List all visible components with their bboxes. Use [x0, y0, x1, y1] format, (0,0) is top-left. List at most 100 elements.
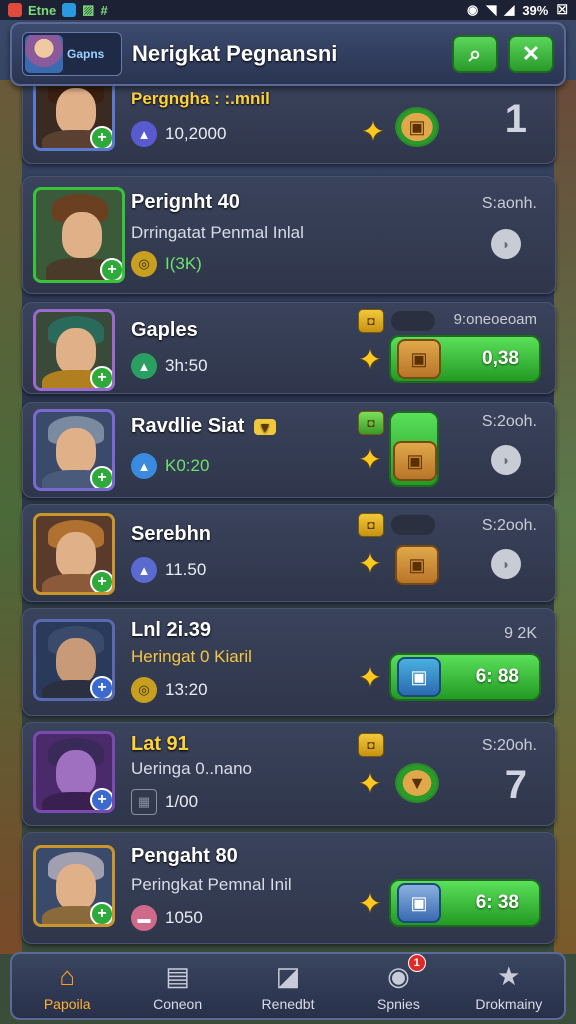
alarm-icon: ◉: [466, 2, 479, 17]
list-item[interactable]: + Pengaht 80 Peringkat Pemnal Inil ▬ 105…: [22, 832, 556, 944]
wifi-icon: ◥: [486, 2, 497, 17]
tab-label: Spnies: [377, 996, 420, 1012]
ticket-icon: ◘: [358, 733, 384, 757]
add-icon: +: [90, 788, 112, 810]
star-icon: ✦: [358, 344, 382, 375]
tab-cards[interactable]: ◪ Renedbt: [233, 954, 343, 1018]
rank-label: S:aonh.: [481, 195, 537, 212]
info-button[interactable]: ◗: [491, 229, 521, 259]
gem-icon: ▲: [131, 557, 157, 583]
info-button[interactable]: ◗: [491, 549, 521, 579]
ticket-icon: ◘: [358, 411, 384, 435]
player-name: Pengaht 80: [131, 845, 238, 867]
ticket-icon: ▬: [131, 905, 157, 931]
rank-number: 1: [504, 97, 527, 141]
player-stat: ▲ 11.50: [131, 557, 206, 583]
search-button[interactable]: ⌕: [452, 35, 498, 73]
ticket-icon: ◘: [358, 309, 384, 333]
card-icon: ◪: [275, 960, 301, 991]
add-icon: +: [90, 466, 112, 488]
player-subtitle: Drringatat Penmal Inlal: [131, 223, 304, 242]
player-stat: ▲ 10,2000: [131, 121, 226, 147]
info-button[interactable]: ◗: [491, 445, 521, 475]
player-name: Perignht 40: [131, 191, 240, 213]
tab-label: Drokmainy: [475, 996, 543, 1012]
tab-label: Renedbt: [261, 996, 315, 1012]
avatar: +: [33, 409, 115, 491]
avatar: +: [33, 513, 115, 595]
close-button[interactable]: ✕: [508, 35, 554, 73]
avatar: +: [33, 309, 115, 391]
chest-icon: ▣: [397, 339, 441, 379]
gem-icon: ▲: [131, 353, 157, 379]
star-icon: ✦: [361, 116, 385, 147]
scroll-icon: ▤: [165, 960, 190, 991]
coin-icon: ◎: [131, 251, 157, 277]
player-stat: ▦ 1/00: [131, 789, 198, 815]
star-icon: ✦: [358, 888, 382, 919]
list-item[interactable]: + Gaples ▲ 3h:50 ◘ 9:oneoeoam ✦ 0,38 ▣: [22, 302, 556, 394]
player-subtitle: Ueringa 0..nano: [131, 759, 252, 778]
app-icon: [8, 3, 22, 17]
notification-badge: 1: [407, 954, 426, 972]
chest-icon[interactable]: ▣: [395, 545, 439, 585]
player-stat: ▲ 3h:50: [131, 353, 208, 379]
avatar: +: [33, 731, 115, 813]
player-name: Lat 91: [131, 733, 189, 755]
grid-icon: ▦: [131, 789, 157, 815]
player-name: Gaples: [131, 319, 198, 341]
star-icon: ✦: [358, 768, 382, 799]
tab-scroll[interactable]: ▤ Coneon: [122, 954, 232, 1018]
player-name: Pergngha : :.mnil: [131, 89, 270, 108]
rank-label: S:2ooh.: [481, 413, 537, 430]
app-name: Gapns: [67, 47, 105, 61]
avatar: +: [33, 187, 125, 283]
app-avatar: [25, 35, 63, 73]
list-item[interactable]: + Ravdlie Siat ▼ ▲ K0:20 ◘ ✦ ▣ S:2ooh. ◗: [22, 402, 556, 498]
ticket-icon: ◘: [358, 513, 384, 537]
notification-icon: [62, 3, 77, 17]
shield-icon: ▼: [253, 419, 276, 435]
gem-chest-icon[interactable]: ▼: [395, 763, 439, 803]
player-name: Serebhn: [131, 523, 212, 545]
tab-rank[interactable]: ★ Drokmainy: [454, 954, 564, 1018]
card-icon: ▣: [397, 657, 441, 697]
add-icon: +: [90, 676, 112, 698]
add-icon: +: [90, 126, 112, 148]
player-stat: ◎ 13:20: [131, 677, 208, 703]
chest-icon[interactable]: ▣: [395, 107, 439, 147]
coin-icon: ◎: [131, 677, 157, 703]
image-icon: ▨: [82, 2, 95, 17]
card-icon: ▣: [397, 883, 441, 923]
avatar: +: [33, 845, 115, 927]
tab-home[interactable]: ⌂ Papoila: [12, 954, 122, 1018]
tab-pins[interactable]: ◉ 1 Spnies: [343, 954, 453, 1018]
add-icon: +: [100, 258, 122, 280]
battery-text: 39%: [522, 2, 549, 18]
player-subtitle: Heringat 0 Kiaril: [131, 647, 252, 666]
progress-track: [391, 515, 435, 535]
list-item[interactable]: + Pergngha : :.mnil ▲ 10,2000 ✦ ▣ 1: [22, 69, 556, 164]
rank-label: S:2ooh.: [481, 517, 537, 534]
add-icon: +: [90, 902, 112, 924]
close-box-icon: ☒: [556, 2, 568, 17]
chest-icon: ▣: [393, 441, 437, 481]
app-badge[interactable]: Gapns: [22, 32, 122, 76]
star-icon: ✦: [358, 444, 382, 475]
list-item[interactable]: + Lnl 2i.39 Heringat 0 Kiaril ◎ 13:20 9 …: [22, 608, 556, 716]
list-item[interactable]: + Lat 91 Ueringa 0..nano ▦ 1/00 ◘ ✦ ▼ S:…: [22, 722, 556, 826]
avatar: +: [33, 619, 115, 701]
status-left-text: Etne: [28, 2, 57, 18]
player-name: Lnl 2i.39: [131, 619, 212, 641]
list-item[interactable]: + Serebhn ▲ 11.50 ◘ ✦ ▣ S:2ooh. ◗: [22, 504, 556, 602]
status-bar: Etne ▨ # ◉ ◥ ◢ 39% ☒: [0, 0, 576, 20]
player-stat: ▬ 1050: [131, 905, 203, 931]
house-icon: ⌂: [59, 960, 76, 991]
add-icon: +: [90, 366, 112, 388]
gem-icon: ▲: [131, 121, 157, 147]
list-item[interactable]: + Perignht 40 Drringatat Penmal Inlal ◎ …: [22, 176, 556, 294]
tab-label: Papoila: [43, 996, 91, 1012]
star-icon: ★: [497, 960, 521, 991]
hash-icon: #: [100, 2, 108, 18]
close-icon: ✕: [521, 41, 541, 66]
